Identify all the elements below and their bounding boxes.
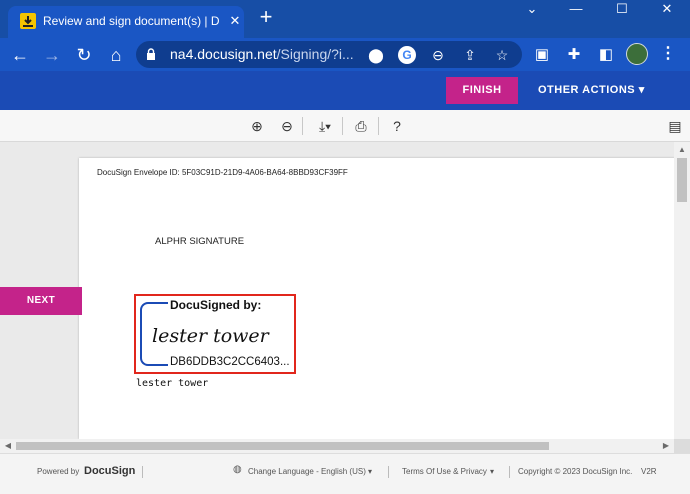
more-menu-icon[interactable]: ⋮: [660, 43, 676, 65]
download-icon[interactable]: ⤓▾: [312, 116, 338, 136]
signature-block[interactable]: DocuSigned by: lester tower DB6DDB3C2CC6…: [134, 294, 296, 374]
typed-signer-name: lester tower: [136, 378, 209, 389]
envelope-id: DocuSign Envelope ID: 5F03C91D-21D9-4A06…: [97, 168, 348, 177]
document-icon[interactable]: ▤: [664, 116, 686, 136]
address-bar[interactable]: na4.docusign.net/Signing/?i... ⬤ G ⊖ ⇪ ☆: [136, 41, 522, 68]
minimize-button[interactable]: —: [553, 0, 599, 22]
toolbar-divider: [378, 117, 379, 135]
docusign-action-bar: FINISH OTHER ACTIONS ▾: [0, 71, 690, 110]
url-host: na4.docusign.net: [170, 46, 277, 62]
vertical-scroll-thumb[interactable]: [677, 158, 687, 202]
document-toolbar: ⊕ ⊖ ⤓▾ ⎙ ? ▤: [0, 110, 690, 142]
document-heading: ALPHR SIGNATURE: [155, 236, 245, 247]
document-viewer[interactable]: DocuSign Envelope ID: 5F03C91D-21D9-4A06…: [0, 142, 675, 439]
tab-search-chevron-icon[interactable]: ⌄: [509, 0, 555, 22]
powered-by-text: Powered by: [37, 467, 80, 476]
docusign-footer-logo: DocuSign: [84, 465, 136, 477]
next-button[interactable]: NEXT: [0, 287, 82, 315]
scroll-right-arrow-icon[interactable]: ▶: [660, 439, 672, 453]
side-panel-icon[interactable]: ◧: [596, 45, 616, 65]
docusign-favicon-icon: [20, 13, 36, 29]
signature-hash: DB6DDB3C2CC6403...: [170, 356, 290, 368]
globe-icon: ◍: [233, 464, 242, 475]
home-icon[interactable]: ⌂: [104, 43, 128, 67]
url-path: /Signing/?i...: [276, 46, 354, 62]
terms-chevron-icon[interactable]: ▾: [490, 466, 494, 478]
handwritten-signature: lester tower: [152, 325, 271, 347]
browser-toolbar: ← → ↻ ⌂ na4.docusign.net/Signing/?i... ⬤…: [0, 38, 690, 71]
document-page: DocuSign Envelope ID: 5F03C91D-21D9-4A06…: [79, 158, 675, 439]
zoom-icon[interactable]: ⊖: [428, 45, 448, 65]
copyright-text: Copyright © 2023 DocuSign Inc.: [518, 467, 633, 476]
reload-icon[interactable]: ↻: [72, 43, 96, 67]
bookmark-star-icon[interactable]: ☆: [492, 45, 512, 65]
footer-divider: [142, 466, 143, 478]
scroll-up-arrow-icon[interactable]: ▲: [674, 144, 690, 156]
change-language-link[interactable]: Change Language - English (US): [248, 466, 366, 478]
location-pin-icon[interactable]: ⬤: [366, 45, 386, 65]
browser-tab-strip: Review and sign document(s) | D ✕ + ⌄ — …: [0, 0, 690, 38]
lock-icon: [147, 48, 155, 60]
extensions-puzzle-icon[interactable]: ✚: [564, 45, 584, 65]
browser-tab[interactable]: Review and sign document(s) | D ✕: [8, 6, 244, 38]
google-icon[interactable]: G: [398, 46, 416, 64]
extension-screen-icon[interactable]: ▣: [532, 45, 552, 65]
other-actions-dropdown[interactable]: OTHER ACTIONS ▾: [538, 77, 662, 104]
horizontal-scroll-thumb[interactable]: [16, 442, 549, 450]
language-chevron-icon[interactable]: ▾: [368, 466, 372, 478]
window-close-button[interactable]: ✕: [644, 0, 690, 22]
profile-avatar[interactable]: [626, 43, 648, 65]
new-tab-button[interactable]: +: [255, 6, 277, 30]
handwritten-signature-text: lester tower: [152, 325, 271, 347]
url-text: na4.docusign.net/Signing/?i...: [170, 46, 354, 63]
maximize-button[interactable]: ☐: [599, 0, 645, 22]
terms-of-use-link[interactable]: Terms Of Use & Privacy: [402, 466, 487, 478]
finish-button[interactable]: FINISH: [446, 77, 518, 104]
vertical-scrollbar[interactable]: ▲: [674, 142, 690, 439]
footer-divider: [388, 466, 389, 478]
tab-close-icon[interactable]: ✕: [227, 13, 243, 29]
version-text: V2R: [641, 467, 657, 476]
docusigned-by-label: DocuSigned by:: [170, 298, 262, 312]
footer-divider: [509, 466, 510, 478]
screen: Review and sign document(s) | D ✕ + ⌄ — …: [0, 0, 690, 494]
scroll-left-arrow-icon[interactable]: ◀: [2, 439, 14, 453]
print-icon[interactable]: ⎙: [350, 116, 372, 136]
toolbar-divider: [302, 117, 303, 135]
toolbar-divider: [342, 117, 343, 135]
tab-title: Review and sign document(s) | D: [43, 14, 220, 28]
zoom-in-icon[interactable]: ⊕: [246, 116, 268, 136]
help-icon[interactable]: ?: [386, 116, 408, 136]
scrollbar-corner: [674, 439, 690, 453]
share-icon[interactable]: ⇪: [460, 45, 480, 65]
back-arrow-icon[interactable]: ←: [8, 43, 32, 67]
horizontal-scrollbar[interactable]: ◀ ▶: [0, 439, 674, 453]
page-footer: Powered by DocuSign ◍ Change Language - …: [0, 453, 690, 494]
zoom-out-icon[interactable]: ⊖: [276, 116, 298, 136]
forward-arrow-icon[interactable]: →: [40, 43, 64, 67]
